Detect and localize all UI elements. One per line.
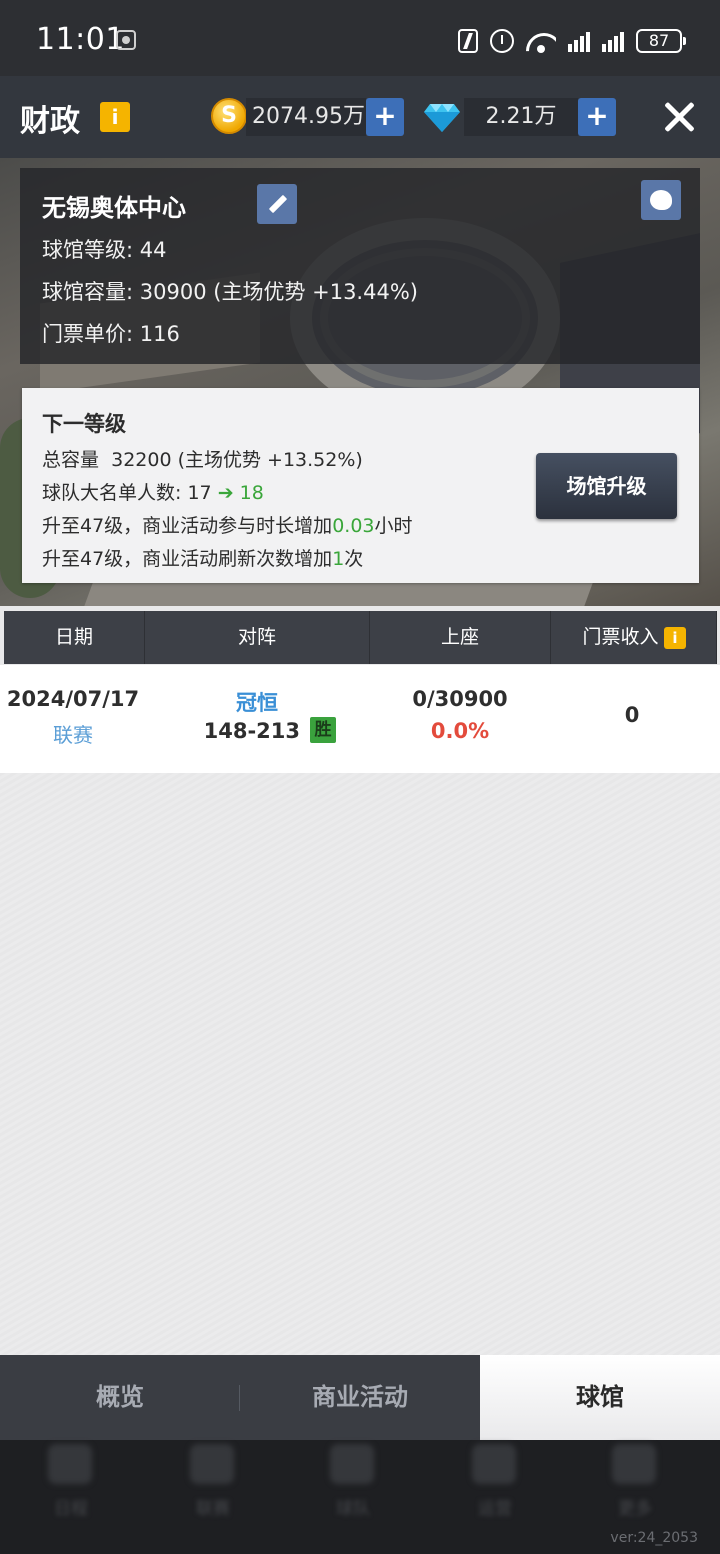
bottom-navigation: 日程 联赛 球队 运营 更多 ver:24_2053: [0, 1440, 720, 1554]
next-activity-refresh: 升至47级，商业活动刷新次数增加1次: [42, 544, 363, 571]
duration-prefix: 升至47级，商业活动参与时长增加: [42, 515, 333, 537]
page-title: 财政: [20, 104, 80, 139]
duration-suffix: 小时: [374, 515, 413, 537]
nav-label: 更多: [618, 1499, 652, 1519]
tab-overview[interactable]: 概览: [0, 1355, 240, 1440]
table-header: 日期 对阵 上座 门票收入 i: [4, 611, 717, 664]
refresh-value: 1: [332, 548, 345, 570]
nav-label: 联赛: [196, 1499, 230, 1519]
next-level-card: 下一等级 总容量 32200 (主场优势 +13.52%) 球队大名单人数: 1…: [22, 388, 699, 583]
status-time: 11:01: [36, 22, 125, 57]
team-icon: [330, 1444, 374, 1484]
match-date: 2024/07/17: [6, 687, 140, 711]
column-matchup: 对阵: [145, 611, 370, 664]
palette-icon[interactable]: [641, 180, 681, 220]
calendar-icon: [48, 1444, 92, 1484]
column-revenue: 门票收入: [551, 611, 717, 664]
nav-item-more[interactable]: 更多: [592, 1444, 672, 1524]
refresh-prefix: 升至47级，商业活动刷新次数增加: [42, 548, 333, 570]
version-label: ver:24_2053: [610, 1530, 698, 1546]
ticket-revenue: 0: [624, 703, 640, 727]
column-date: 日期: [4, 611, 145, 664]
status-bar: 11:01 87: [0, 0, 720, 76]
stadium-level: 球馆等级: 44: [42, 234, 167, 264]
gem-balance: 2.21万: [464, 98, 578, 136]
signal-icon-2: [602, 30, 624, 52]
capacity-label: 球馆容量:: [42, 280, 134, 304]
result-badge: 胜: [310, 717, 336, 743]
edit-name-button[interactable]: [257, 184, 297, 224]
ticket-price: 门票单价: 116: [42, 318, 180, 348]
arrow-right-icon: ➔: [217, 482, 234, 504]
next-total-capacity: 总容量 32200 (主场优势 +13.52%): [42, 445, 363, 472]
bottom-tabs: 概览 商业活动 球馆: [0, 1355, 720, 1440]
nav-label: 球队: [336, 1499, 370, 1519]
upgrade-stadium-button[interactable]: 场馆升级: [536, 453, 677, 519]
nav-label: 运营: [478, 1499, 512, 1519]
revenue-info-icon[interactable]: i: [664, 627, 686, 649]
battery-icon: 87: [636, 29, 686, 53]
diamond-icon: [424, 104, 460, 132]
attendance-value: 0/30900: [412, 687, 508, 711]
level-value: 44: [139, 238, 167, 262]
coin-icon: S: [211, 98, 247, 134]
nav-item-league[interactable]: 联赛: [170, 1444, 250, 1524]
stadium-capacity: 球馆容量: 30900 (主场优势 +13.44%): [42, 276, 418, 306]
top-bar: 财政 i S 2074.95万 + 2.21万 +: [0, 76, 720, 158]
trophy-icon: [190, 1444, 234, 1484]
total-capacity-value: 32200 (主场优势 +13.52%): [111, 449, 363, 471]
roster-to: 18: [239, 482, 264, 504]
signal-icon: [568, 30, 590, 52]
nav-item-team[interactable]: 球队: [310, 1444, 390, 1524]
refresh-suffix: 次: [344, 548, 364, 570]
grid-icon: [612, 1444, 656, 1484]
attendance-percent: 0.0%: [430, 719, 490, 743]
close-icon[interactable]: [660, 98, 698, 136]
status-icons: 87: [458, 26, 686, 56]
table-row[interactable]: 2024/07/17 联赛 冠恒 148-213 胜 0/30900 0.0% …: [0, 665, 720, 773]
next-activity-duration: 升至47级，商业活动参与时长增加0.03小时: [42, 511, 413, 538]
stadium-info-card: 无锡奥体中心 球馆等级: 44 球馆容量: 30900 (主场优势 +13.44…: [20, 168, 700, 364]
add-gems-button[interactable]: +: [578, 98, 616, 136]
next-level-title: 下一等级: [42, 412, 126, 436]
price-label: 门票单价:: [42, 322, 134, 346]
cloud-icon: [472, 1444, 516, 1484]
tab-business[interactable]: 商业活动: [240, 1355, 480, 1440]
nav-item-schedule[interactable]: 日程: [28, 1444, 108, 1524]
match-type[interactable]: 联赛: [0, 719, 146, 748]
camera-notification-icon: [116, 30, 136, 50]
level-label: 球馆等级:: [42, 238, 134, 262]
nav-label: 日程: [54, 1499, 88, 1519]
add-coins-button[interactable]: +: [366, 98, 404, 136]
total-capacity-label: 总容量: [42, 449, 100, 471]
duration-value: 0.03: [332, 515, 375, 537]
nav-item-operation[interactable]: 运营: [452, 1444, 532, 1524]
alarm-icon: [490, 29, 514, 53]
wifi-icon: [526, 29, 556, 53]
capacity-value: 30900 (主场优势 +13.44%): [139, 280, 418, 304]
roster-from: 17: [187, 482, 212, 504]
column-attendance: 上座: [370, 611, 551, 664]
coin-balance: 2074.95万: [246, 98, 366, 136]
tab-stadium[interactable]: 球馆: [480, 1355, 720, 1440]
price-value: 116: [139, 322, 180, 346]
opponent-name[interactable]: 冠恒: [146, 687, 368, 717]
nfc-icon: [458, 29, 478, 53]
info-icon[interactable]: i: [100, 102, 130, 132]
empty-list-area: [0, 773, 720, 1355]
stadium-name: 无锡奥体中心: [42, 194, 186, 222]
roster-label: 球队大名单人数:: [42, 482, 182, 504]
next-roster-size: 球队大名单人数: 17 ➔ 18: [42, 478, 264, 505]
